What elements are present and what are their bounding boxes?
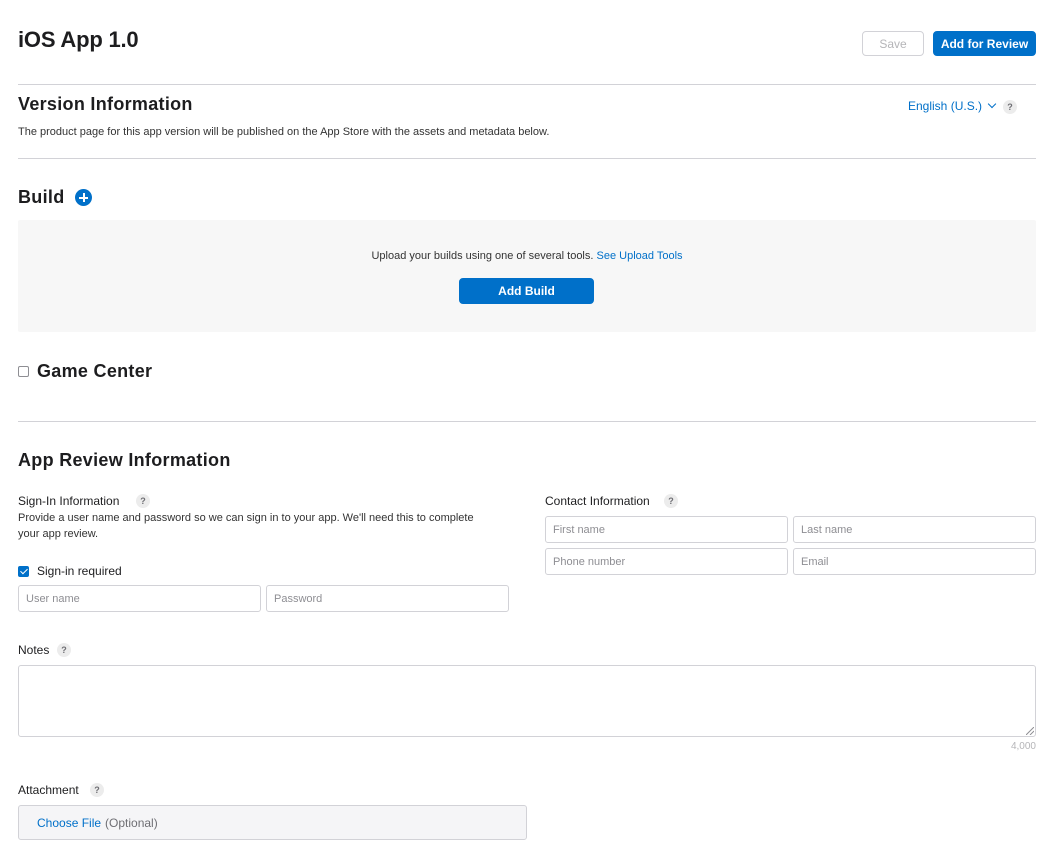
add-for-review-button[interactable]: Add for Review (933, 31, 1036, 56)
upload-text: Upload your builds using one of several … (18, 250, 1036, 262)
sign-in-required-checkbox[interactable] (18, 566, 29, 577)
game-center-title: Game Center (37, 361, 153, 381)
attachment-file-picker[interactable]: Choose File (Optional) (18, 805, 527, 840)
email-input[interactable] (793, 548, 1036, 575)
language-selector-label: English (U.S.) (908, 99, 983, 113)
sign-in-information-label: Sign-In Information (18, 494, 120, 508)
see-upload-tools-link[interactable]: See Upload Tools (597, 250, 683, 262)
page-title: iOS App 1.0 (18, 27, 139, 52)
sign-in-required-label: Sign-in required (37, 564, 122, 578)
phone-number-input[interactable] (545, 548, 788, 575)
last-name-input[interactable] (793, 516, 1036, 543)
first-name-input[interactable] (545, 516, 788, 543)
choose-file-link[interactable]: Choose File (37, 816, 101, 830)
attachment-label: Attachment (18, 783, 79, 797)
sign-in-description: Provide a user name and password so we c… (18, 512, 474, 540)
notes-character-counter: 4,000 (1010, 741, 1036, 752)
save-button[interactable]: Save (862, 31, 924, 56)
app-review-information-title: App Review Information (18, 450, 231, 470)
optional-label: (Optional) (105, 815, 158, 830)
notes-textarea[interactable] (18, 665, 1036, 737)
notes-label: Notes (18, 643, 50, 657)
add-build-button[interactable]: Add Build (459, 278, 594, 304)
build-upload-panel: Upload your builds using one of several … (18, 220, 1036, 332)
game-center-checkbox[interactable] (18, 366, 29, 377)
password-input[interactable] (266, 585, 509, 612)
divider (18, 421, 1036, 422)
resize-grip-icon[interactable] (1026, 727, 1034, 735)
question-mark-icon[interactable]: ? (136, 494, 150, 508)
plus-circle-icon[interactable] (75, 189, 92, 206)
question-mark-icon[interactable]: ? (1003, 100, 1017, 114)
question-mark-icon[interactable]: ? (57, 643, 71, 657)
divider (18, 84, 1036, 85)
language-selector[interactable]: English (U.S.) (908, 99, 997, 113)
question-mark-icon[interactable]: ? (90, 783, 104, 797)
build-title: Build (18, 187, 65, 207)
chevron-down-icon (987, 99, 997, 109)
divider (18, 158, 1036, 159)
version-information-title: Version Information (18, 94, 193, 114)
contact-information-label: Contact Information (545, 494, 650, 508)
version-information-description: The product page for this app version wi… (18, 126, 550, 138)
upload-instructions: Upload your builds using one of several … (371, 250, 594, 262)
question-mark-icon[interactable]: ? (664, 494, 678, 508)
username-input[interactable] (18, 585, 261, 612)
